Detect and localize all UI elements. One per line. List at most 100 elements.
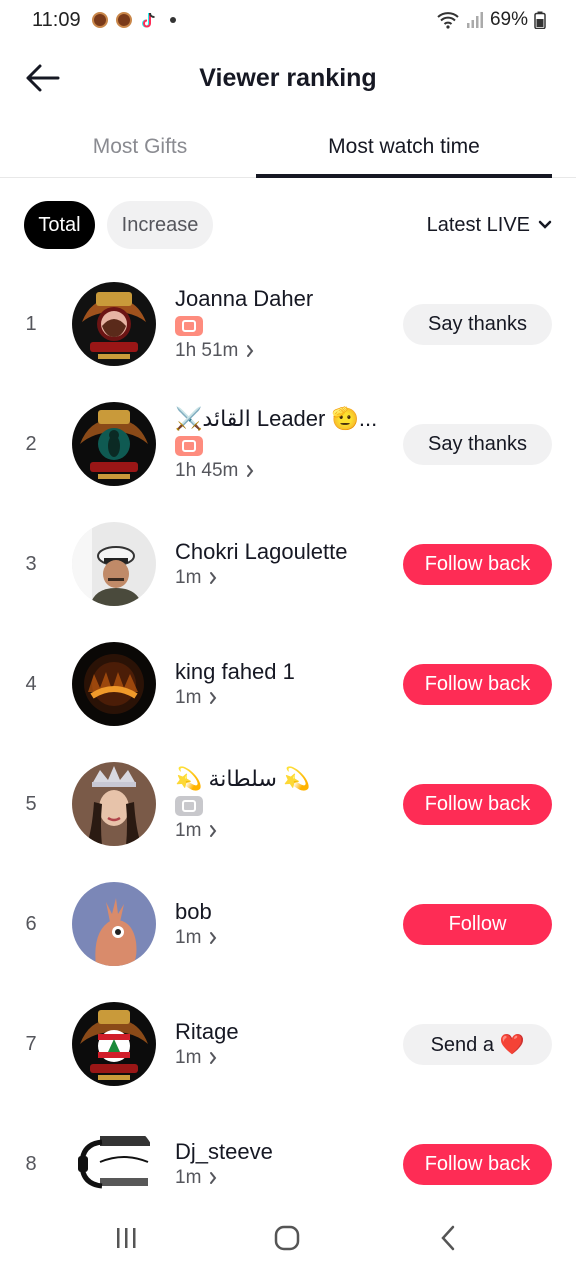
watch-duration[interactable]: 1m [175, 927, 390, 949]
viewer-name[interactable]: king fahed 1 [175, 659, 390, 685]
status-right: 69% [436, 9, 546, 31]
say-thanks-button[interactable]: Say thanks [403, 424, 552, 465]
watch-duration-value: 1m [175, 820, 202, 841]
rank-number: 3 [25, 552, 37, 575]
viewer-row: 4 king fahed 1 1m Follow back [0, 624, 576, 744]
viewer-name[interactable]: ⚔️القائد Leader 🫡... [175, 406, 390, 432]
viewer-row: 5 💫 سلطانة 💫 1m Follow back [0, 744, 576, 864]
avatar[interactable] [72, 402, 156, 486]
watch-duration[interactable]: 1m [175, 687, 390, 709]
page-title: Viewer ranking [199, 64, 377, 92]
home-button[interactable] [257, 1218, 317, 1258]
watch-duration[interactable]: 1m [175, 1167, 390, 1189]
more-notifications-dot [170, 17, 176, 23]
viewer-name[interactable]: Joanna Daher [175, 286, 390, 312]
rank-number: 4 [25, 672, 37, 695]
follow-back-button[interactable]: Follow back [403, 544, 552, 585]
viewer-name[interactable]: Dj_steeve [175, 1139, 390, 1165]
rank-number: 5 [25, 792, 37, 815]
tab-bar: Most Gifts Most watch time [0, 116, 576, 178]
filter-total-chip[interactable]: Total [24, 201, 95, 249]
watch-duration-value: 1h 51m [175, 340, 239, 361]
viewer-info: Ritage 1m [175, 984, 390, 1104]
status-bar: 11:09 69% [0, 0, 576, 44]
viewer-name[interactable]: Chokri Lagoulette [175, 539, 390, 565]
watch-duration[interactable]: 1m [175, 567, 390, 589]
avatar[interactable] [72, 642, 156, 726]
avatar[interactable] [72, 1122, 156, 1206]
follow-back-button[interactable]: Follow back [403, 784, 552, 825]
chevron-right-icon [247, 345, 254, 357]
recent-apps-icon [117, 1228, 136, 1248]
active-tab-indicator [256, 174, 552, 178]
say-thanks-button[interactable]: Say thanks [403, 304, 552, 345]
chevron-right-icon [210, 1052, 217, 1064]
watch-duration[interactable]: 1m [175, 820, 390, 842]
signal-icon [466, 12, 483, 28]
header: Viewer ranking [0, 44, 576, 114]
sort-dropdown[interactable]: Latest LIVE [427, 201, 552, 249]
viewer-name[interactable]: bob [175, 899, 390, 925]
viewer-row: 2 ⚔️القائد Leader 🫡... 1h 45m Say thanks [0, 384, 576, 504]
filter-increase-chip[interactable]: Increase [107, 201, 213, 249]
avatar[interactable] [72, 522, 156, 606]
chevron-right-icon [210, 572, 217, 584]
chevron-right-icon [210, 825, 217, 837]
viewer-name[interactable]: 💫 سلطانة 💫 [175, 766, 390, 792]
viewer-name[interactable]: Ritage [175, 1019, 390, 1045]
app-notification-icon [92, 12, 108, 28]
viewer-row: 6 bob 1m Follow [0, 864, 576, 984]
fan-badge-icon [175, 796, 203, 816]
follow-back-button[interactable]: Follow back [403, 664, 552, 705]
battery-icon [534, 11, 546, 29]
watch-duration[interactable]: 1m [175, 1047, 390, 1069]
chevron-right-icon [210, 932, 217, 944]
watch-duration-value: 1h 45m [175, 460, 239, 481]
tab-most-watch-time[interactable]: Most watch time [256, 116, 552, 178]
watch-duration-value: 1m [175, 927, 202, 948]
recent-apps-button[interactable] [96, 1218, 156, 1258]
avatar[interactable] [72, 1002, 156, 1086]
filter-row: Total Increase Latest LIVE [24, 201, 552, 249]
status-time: 11:09 [32, 9, 81, 31]
system-back-button[interactable] [418, 1218, 478, 1258]
follow-back-button[interactable]: Follow back [403, 1144, 552, 1185]
viewer-info: king fahed 1 1m [175, 624, 390, 744]
home-icon [274, 1225, 300, 1251]
chevron-left-icon [441, 1225, 455, 1251]
watch-duration-value: 1m [175, 1167, 202, 1188]
viewer-row: 3 Chokri Lagoulette 1m Follow back [0, 504, 576, 624]
wifi-icon [437, 12, 459, 29]
rank-number: 7 [25, 1032, 37, 1055]
viewer-info: Chokri Lagoulette 1m [175, 504, 390, 624]
rank-number: 6 [25, 912, 37, 935]
avatar[interactable] [72, 282, 156, 366]
rank-number: 1 [25, 312, 37, 335]
viewer-info: 💫 سلطانة 💫 1m [175, 744, 390, 864]
notification-icons [92, 12, 176, 28]
viewer-row: 1 Joanna Daher 1h 51m Say thanks [0, 264, 576, 384]
watch-duration-value: 1m [175, 567, 202, 588]
chevron-right-icon [210, 1172, 217, 1184]
sort-dropdown-label: Latest LIVE [426, 213, 530, 236]
watch-duration-value: 1m [175, 1047, 202, 1068]
viewer-info: Joanna Daher 1h 51m [175, 264, 390, 384]
watch-duration[interactable]: 1h 51m [175, 340, 390, 362]
tab-most-gifts[interactable]: Most Gifts [24, 116, 256, 178]
avatar[interactable] [72, 762, 156, 846]
avatar[interactable] [72, 882, 156, 966]
watch-duration-value: 1m [175, 687, 202, 708]
rank-number: 2 [25, 432, 37, 455]
viewer-info: ⚔️القائد Leader 🫡... 1h 45m [175, 384, 390, 504]
fan-badge-icon [175, 436, 203, 456]
tiktok-icon [140, 12, 156, 28]
viewer-info: bob 1m [175, 864, 390, 984]
app-notification-icon [116, 12, 132, 28]
system-navigation-bar [0, 1202, 576, 1280]
send-heart-button[interactable]: Send a ❤️ [403, 1024, 552, 1065]
watch-duration[interactable]: 1h 45m [175, 460, 390, 482]
chevron-right-icon [210, 692, 217, 704]
chevron-right-icon [247, 465, 254, 477]
follow-button[interactable]: Follow [403, 904, 552, 945]
battery-percent: 69% [489, 9, 528, 30]
